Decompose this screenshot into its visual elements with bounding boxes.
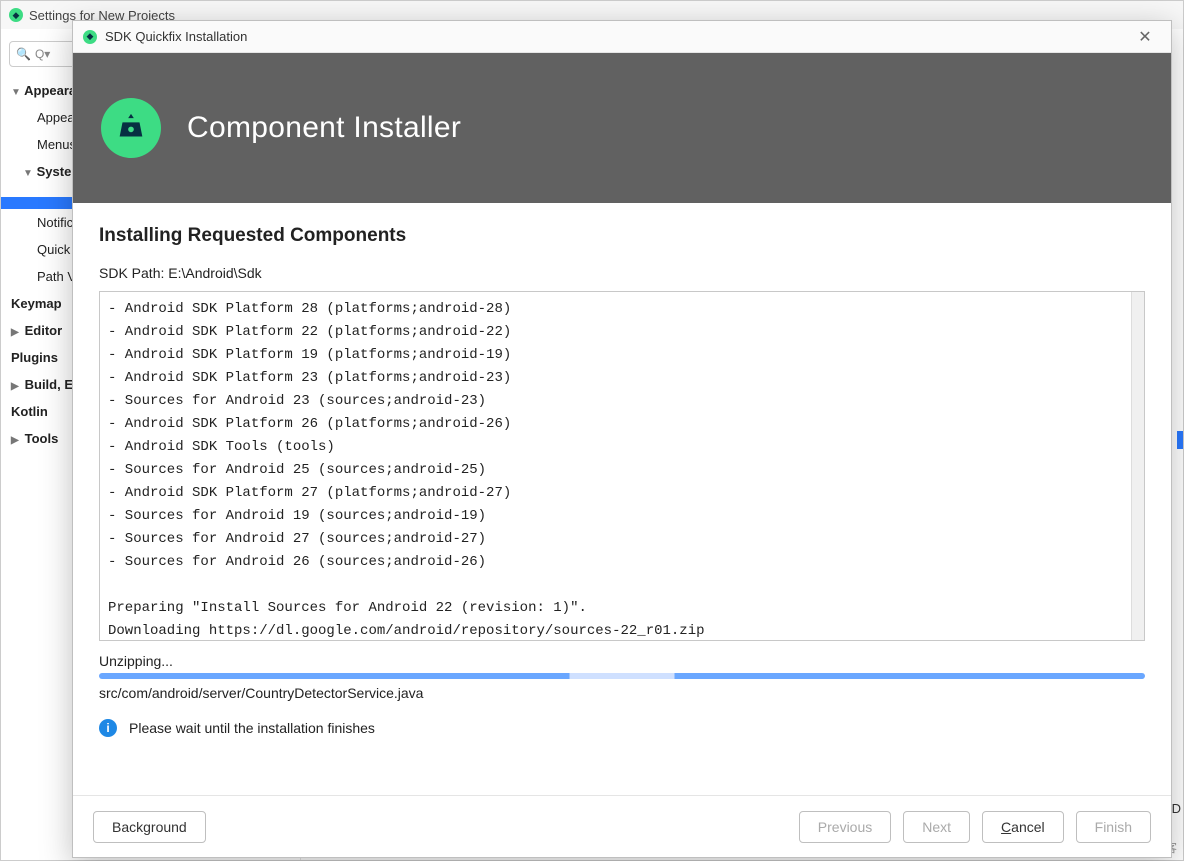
finish-button: Finish [1076,811,1151,843]
background-button[interactable]: Background [93,811,206,843]
info-row: i Please wait until the installation fin… [99,719,1145,737]
sdk-path: SDK Path: E:\Android\Sdk [99,265,1145,281]
dialog-titlebar[interactable]: ◆ SDK Quickfix Installation ✕ [73,21,1171,53]
android-studio-icon: ◆ [9,8,23,22]
info-text: Please wait until the installation finis… [129,720,375,736]
dialog-footer: Background Previous Next Cancel Finish [73,795,1171,857]
dialog-hero: Component Installer [73,53,1171,203]
right-selection-marker [1177,431,1183,449]
install-log[interactable]: - Android SDK Platform 28 (platforms;and… [99,291,1145,641]
dialog-title: SDK Quickfix Installation [105,29,247,44]
android-logo-icon [101,98,161,158]
hero-title: Component Installer [187,111,461,145]
progress-bar [99,673,1145,679]
close-icon[interactable]: ✕ [1129,27,1161,47]
search-placeholder: Q▾ [35,47,50,61]
status-primary: Unzipping... [99,653,1145,669]
right-letter-d: D [1172,801,1181,816]
section-heading: Installing Requested Components [99,225,1145,247]
sdk-quickfix-dialog: ◆ SDK Quickfix Installation ✕ Component … [72,20,1172,858]
info-icon: i [99,719,117,737]
cancel-button[interactable]: Cancel [982,811,1064,843]
android-studio-icon: ◆ [83,30,97,44]
next-button: Next [903,811,970,843]
search-icon: 🔍 [16,47,31,61]
previous-button: Previous [799,811,891,843]
status-secondary: src/com/android/server/CountryDetectorSe… [99,685,1145,701]
